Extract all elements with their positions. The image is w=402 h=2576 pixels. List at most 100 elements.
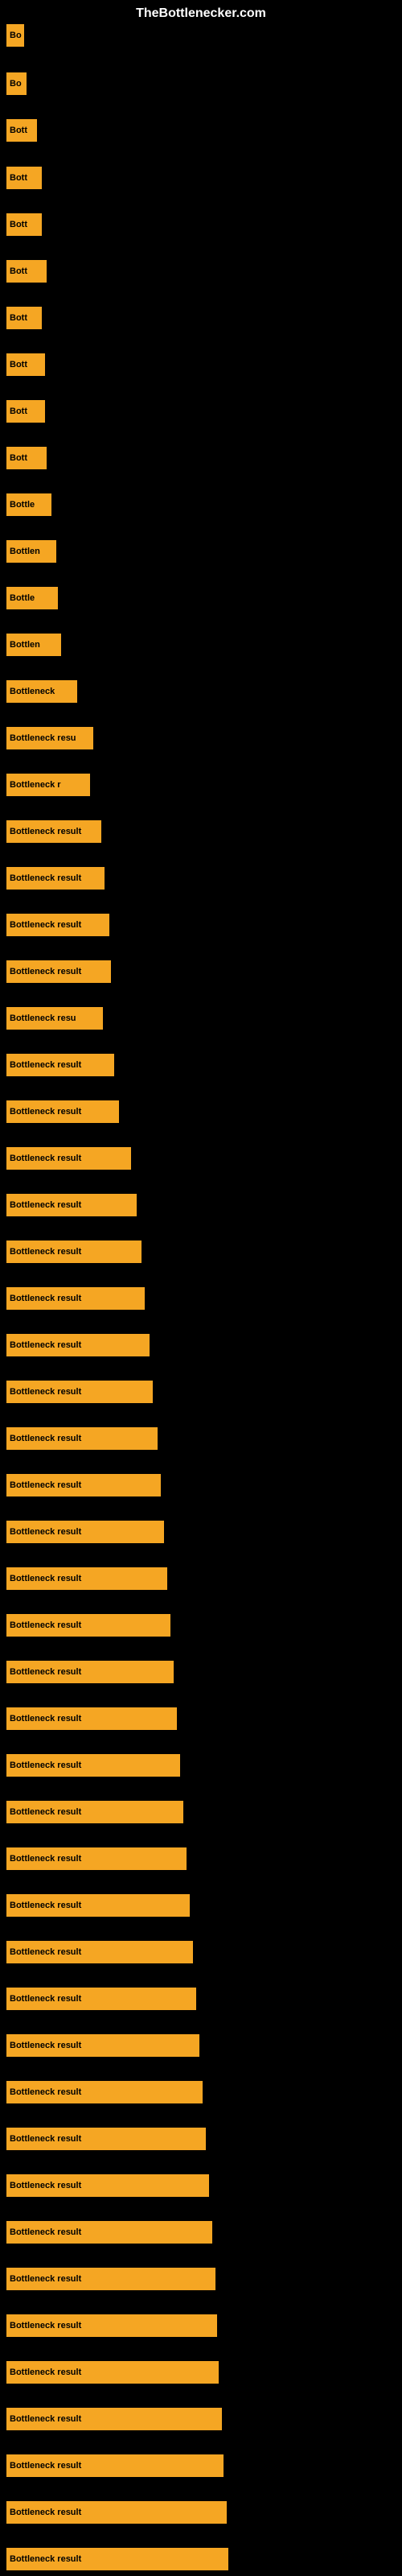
bar-fill: Bottlen <box>6 634 61 656</box>
bar-fill: Bottleneck result <box>6 2454 224 2477</box>
bar-fill: Bottleneck result <box>6 1661 174 1683</box>
bar-item: Bottleneck resu <box>6 1007 103 1030</box>
bar-item: Bottleneck result <box>6 2408 222 2430</box>
bar-item: Bottleneck result <box>6 1988 196 2010</box>
bar-item: Bottleneck result <box>6 820 101 843</box>
bar-label-text: Bottleneck result <box>10 967 81 976</box>
bar-fill: Bottleneck result <box>6 1941 193 1963</box>
bar-label-text: Bottleneck resu <box>10 733 76 743</box>
bar-fill: Bottleneck result <box>6 1474 161 1496</box>
bar-item: Bottleneck result <box>6 1894 190 1917</box>
bar-fill: Bott <box>6 307 42 329</box>
bar-label-text: Bottle <box>10 500 35 510</box>
bar-fill: Bottleneck result <box>6 1241 142 1263</box>
bar-item: Bottle <box>6 493 51 516</box>
bar-label-text: Bottleneck result <box>10 1574 81 1583</box>
bar-item: Bottleneck result <box>6 2081 203 2103</box>
bar-item: Bottleneck result <box>6 2314 217 2337</box>
bar-item: Bottleneck <box>6 680 77 703</box>
bar-item: Bottle <box>6 587 58 609</box>
bar-item: Bott <box>6 447 47 469</box>
bar-label-text: Bottleneck result <box>10 1761 81 1770</box>
bar-fill: Bottleneck result <box>6 1988 196 2010</box>
bar-label-text: Bottleneck result <box>10 1480 81 1490</box>
bar-item: Bott <box>6 400 45 423</box>
bar-item: Bottleneck result <box>6 914 109 936</box>
bar-item: Bottleneck r <box>6 774 90 796</box>
bar-label-text: Bottlen <box>10 547 40 556</box>
bar-fill: Bott <box>6 260 47 283</box>
bar-label-text: Bottleneck result <box>10 1854 81 1864</box>
bar-item: Bottleneck result <box>6 1100 119 1123</box>
bar-item: Bottleneck result <box>6 1427 158 1450</box>
bar-fill: Bottleneck result <box>6 1614 170 1637</box>
bar-fill: Bottleneck result <box>6 1147 131 1170</box>
bar-label-text: Bottle <box>10 593 35 603</box>
bar-label-text: Bottleneck <box>10 687 55 696</box>
bar-item: Bottleneck result <box>6 1194 137 1216</box>
bar-label-text: Bottleneck result <box>10 1947 81 1957</box>
bar-fill: Bottleneck result <box>6 867 105 890</box>
bar-fill: Bottleneck result <box>6 1707 177 1730</box>
bar-label-text: Bo <box>10 79 22 89</box>
bar-fill: Bottleneck result <box>6 914 109 936</box>
bar-item: Bo <box>6 72 27 95</box>
bar-label-text: Bottleneck result <box>10 2414 81 2424</box>
bar-fill: Bottleneck result <box>6 1381 153 1403</box>
bar-label-text: Bottleneck result <box>10 920 81 930</box>
bar-item: Bottleneck result <box>6 2221 212 2244</box>
bar-item: Bottleneck result <box>6 2268 215 2290</box>
bar-fill: Bottleneck result <box>6 2501 227 2524</box>
bar-item: Bott <box>6 260 47 283</box>
bar-fill: Bottleneck result <box>6 2081 203 2103</box>
bar-label-text: Bottleneck result <box>10 1107 81 1117</box>
bar-label-text: Bottleneck result <box>10 1527 81 1537</box>
bar-label-text: Bottleneck result <box>10 1294 81 1303</box>
page-title: TheBottlenecker.com <box>0 6 402 21</box>
bar-fill: Bott <box>6 119 37 142</box>
bar-item: Bottleneck result <box>6 1941 193 1963</box>
bar-label-text: Bottleneck result <box>10 2461 81 2471</box>
bar-item: Bottleneck result <box>6 1334 150 1356</box>
bar-fill: Bott <box>6 167 42 189</box>
bar-fill: Bottleneck result <box>6 1054 114 1076</box>
bar-fill: Bottlen <box>6 540 56 563</box>
bar-fill: Bottleneck result <box>6 820 101 843</box>
bar-label-text: Bottleneck result <box>10 2554 81 2564</box>
bar-label-text: Bott <box>10 360 27 369</box>
bar-fill: Bottleneck result <box>6 2314 217 2337</box>
bar-item: Bottleneck result <box>6 1054 114 1076</box>
bar-label-text: Bottleneck result <box>10 2274 81 2284</box>
bar-fill: Bo <box>6 72 27 95</box>
bar-item: Bottleneck result <box>6 2548 228 2570</box>
bar-label-text: Bottleneck result <box>10 1154 81 1163</box>
bar-label-text: Bottleneck result <box>10 2368 81 2377</box>
bar-fill: Bottleneck result <box>6 2361 219 2384</box>
bar-label-text: Bottleneck result <box>10 2041 81 2050</box>
bar-fill: Bottleneck result <box>6 1567 167 1590</box>
bar-fill: Bottleneck result <box>6 1754 180 1777</box>
bar-item: Bott <box>6 213 42 236</box>
bar-item: Bottleneck result <box>6 1661 174 1683</box>
bar-fill: Bott <box>6 213 42 236</box>
bar-label-text: Bottleneck result <box>10 2508 81 2517</box>
bar-label-text: Bottleneck result <box>10 1901 81 1910</box>
bar-label-text: Bottleneck result <box>10 2227 81 2237</box>
bar-label-text: Bottleneck result <box>10 1807 81 1817</box>
bar-item: Bott <box>6 167 42 189</box>
bar-item: Bottleneck result <box>6 1567 167 1590</box>
bar-item: Bottleneck result <box>6 867 105 890</box>
bar-item: Bottleneck result <box>6 960 111 983</box>
bar-label-text: Bottleneck result <box>10 1387 81 1397</box>
bar-label-text: Bottleneck result <box>10 1667 81 1677</box>
bar-label-text: Bottleneck result <box>10 827 81 836</box>
bar-label-text: Bottleneck result <box>10 2087 81 2097</box>
bar-label-text: Bottleneck result <box>10 1714 81 1724</box>
bar-item: Bottleneck result <box>6 1754 180 1777</box>
bar-item: Bottleneck result <box>6 1521 164 1543</box>
bar-fill: Bottleneck result <box>6 1194 137 1216</box>
bar-label-text: Bottleneck result <box>10 2321 81 2330</box>
bar-fill: Bottleneck result <box>6 1801 183 1823</box>
bar-label-text: Bottleneck result <box>10 2181 81 2190</box>
bar-fill: Bottleneck <box>6 680 77 703</box>
